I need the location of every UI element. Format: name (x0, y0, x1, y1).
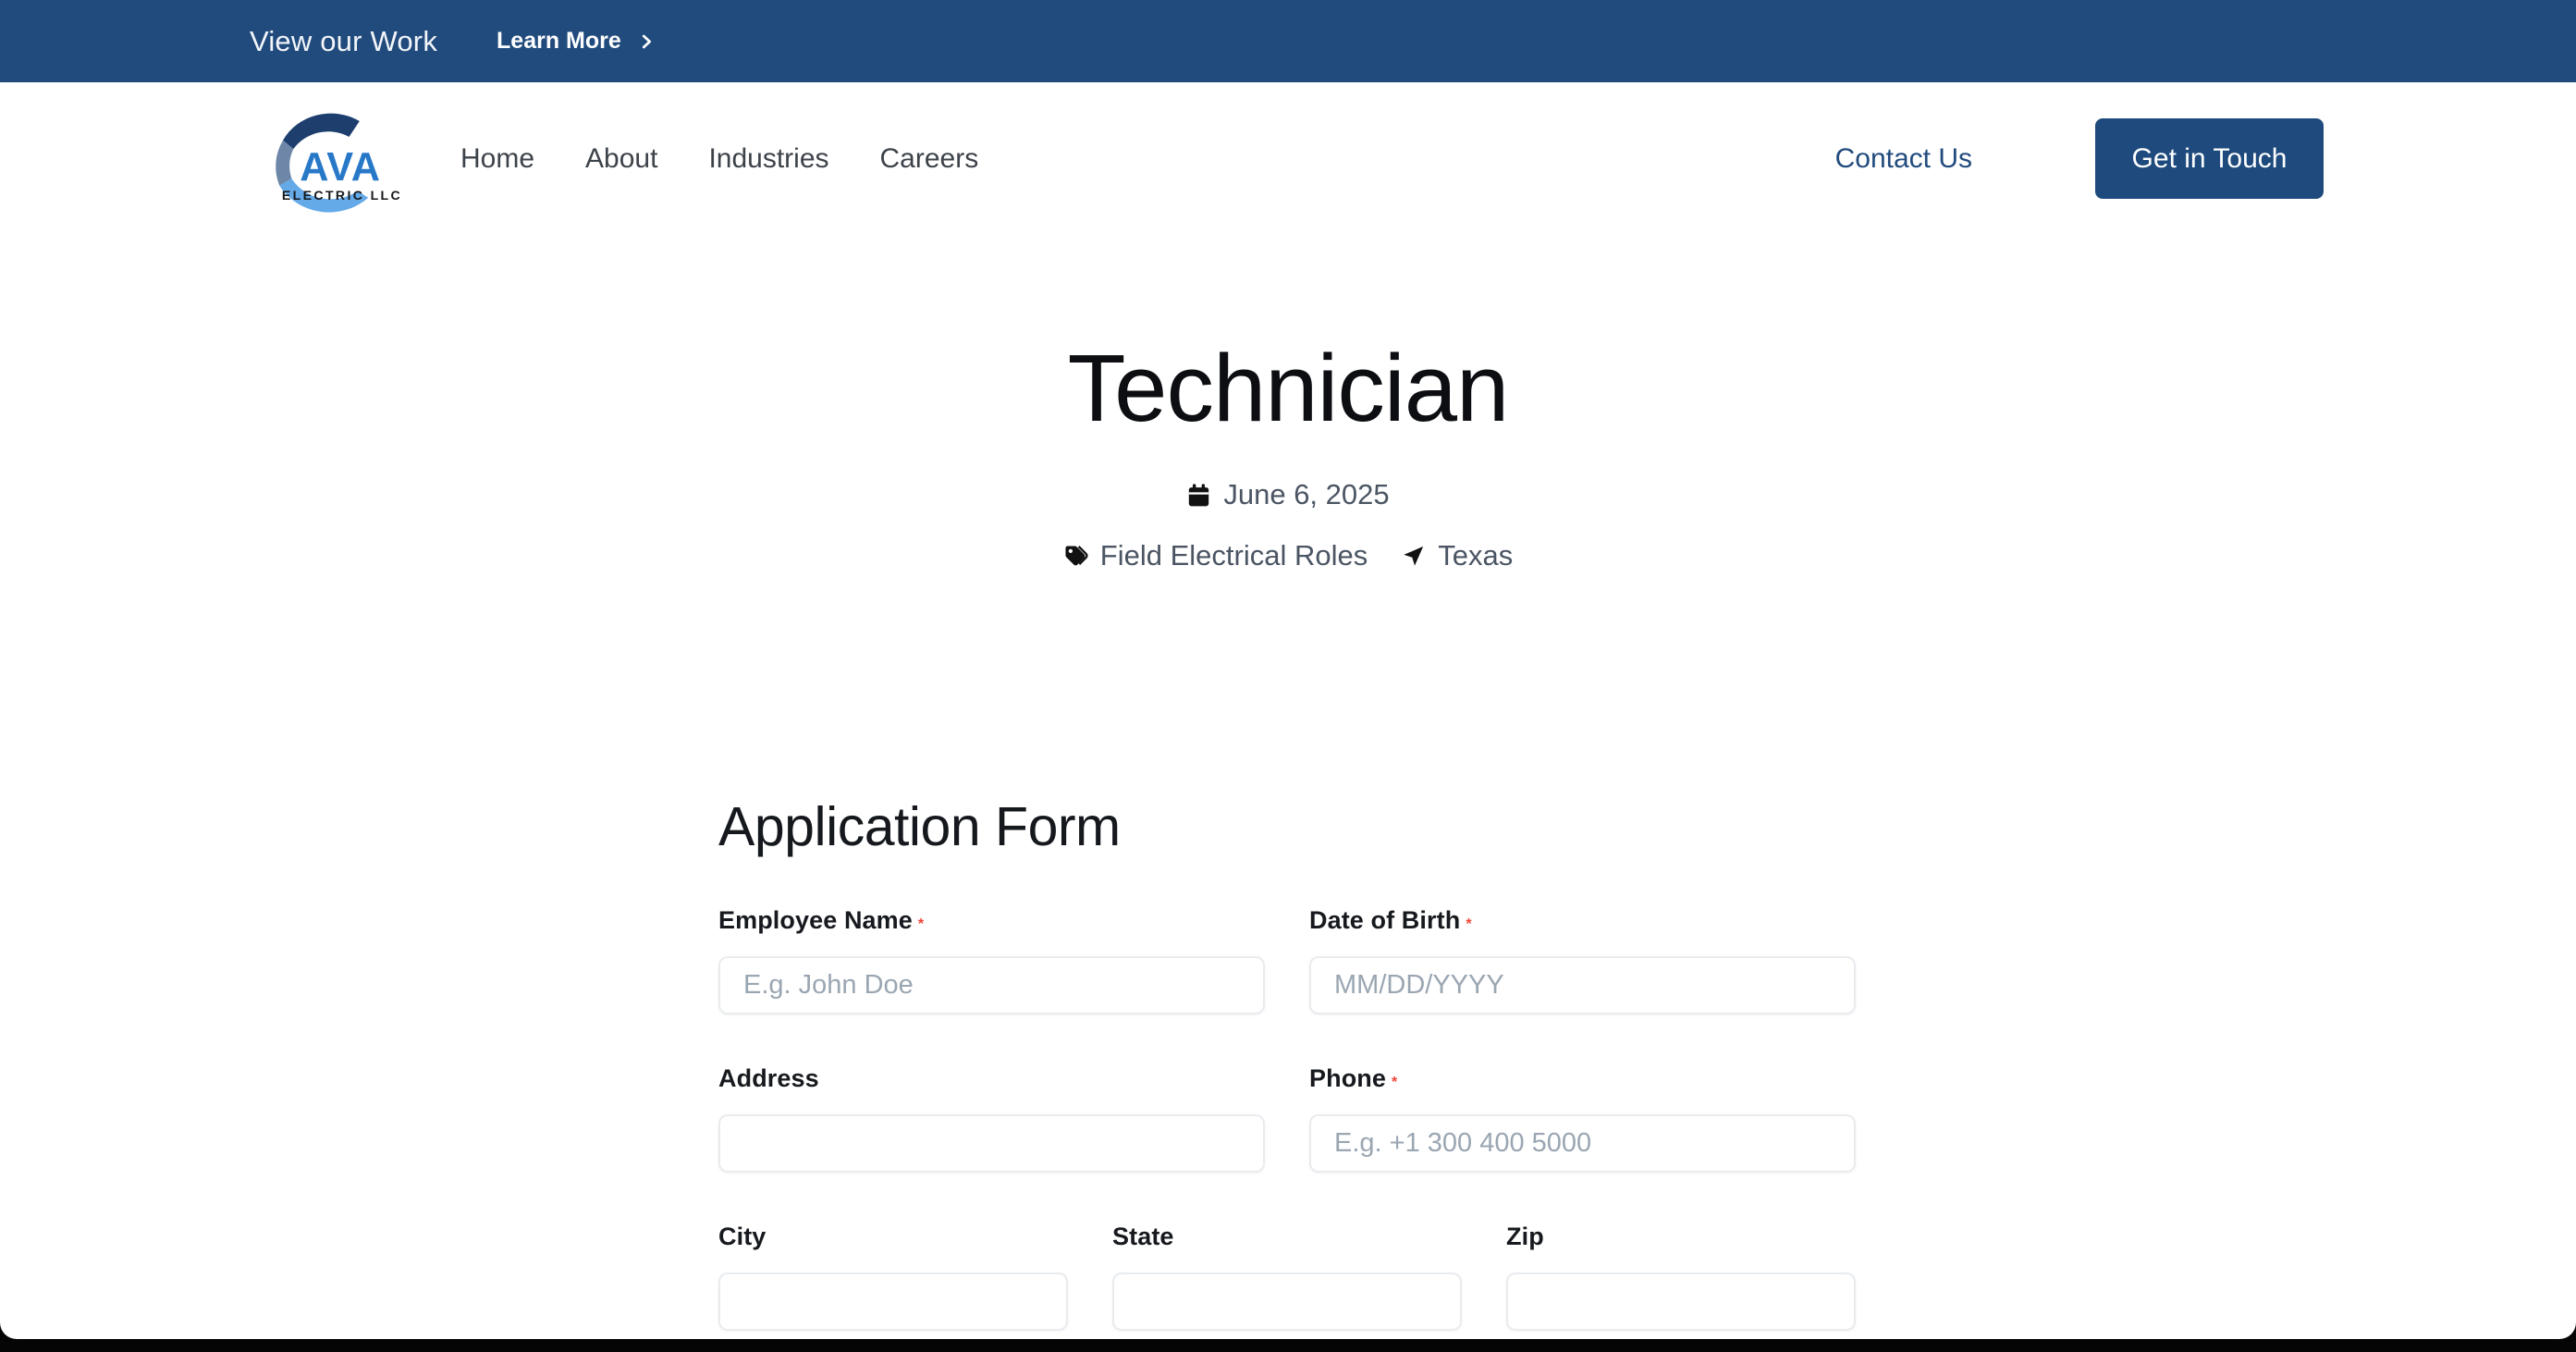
chevron-right-icon (636, 31, 656, 52)
form-row-1: Employee Name * Date of Birth * (718, 906, 1856, 1014)
contact-us-link[interactable]: Contact Us (1835, 143, 1972, 175)
logo-sub-text: ELECTRIC LLC (282, 187, 401, 202)
form-heading: Application Form (718, 795, 1856, 858)
address-field-group: Address (718, 1064, 1265, 1173)
page-title: Technician (0, 340, 2576, 436)
required-asterisk: * (1392, 1075, 1397, 1090)
address-label: Address (718, 1064, 819, 1092)
date-group: June 6, 2025 (1186, 478, 1389, 511)
post-date: June 6, 2025 (1223, 478, 1389, 511)
learn-more-button[interactable]: Learn More (491, 27, 662, 55)
city-label: City (718, 1223, 766, 1250)
zip-field-group: Zip (1506, 1223, 1856, 1331)
view-our-work-label: View our Work (250, 25, 437, 58)
city-input[interactable] (718, 1272, 1068, 1331)
state-label: State (1112, 1223, 1174, 1250)
application-form-section: Application Form Employee Name * Date of … (718, 795, 1856, 1331)
date-of-birth-label: Date of Birth (1309, 906, 1460, 934)
category-group: Field Electrical Roles (1063, 539, 1368, 572)
topbar: View our Work Learn More (0, 0, 2576, 82)
nav-item-home[interactable]: Home (460, 143, 534, 175)
nav-item-careers[interactable]: Careers (880, 143, 979, 175)
employee-name-field-group: Employee Name * (718, 906, 1265, 1014)
hero-section: Technician June 6, 2025 Field Ele (0, 340, 2576, 572)
date-row: June 6, 2025 (0, 478, 2576, 511)
employee-name-label: Employee Name (718, 906, 913, 934)
employee-name-input[interactable] (718, 956, 1265, 1014)
main-nav: Home About Industries Careers (460, 143, 978, 175)
location-group: Texas (1401, 539, 1513, 572)
state-field-group: State (1112, 1223, 1462, 1331)
phone-field-group: Phone * (1309, 1064, 1856, 1173)
location-arrow-icon (1401, 544, 1426, 569)
main-header: AVA ELECTRIC LLC Home About Industries C… (0, 82, 2576, 235)
zip-label: Zip (1506, 1223, 1544, 1250)
get-in-touch-button[interactable]: Get in Touch (2095, 118, 2324, 199)
phone-label: Phone (1309, 1064, 1386, 1092)
logo-swoosh-left (276, 140, 293, 185)
required-asterisk: * (918, 916, 924, 932)
date-of-birth-field-group: Date of Birth * (1309, 906, 1856, 1014)
nav-item-about[interactable]: About (585, 143, 657, 175)
form-row-3: City State Zip (718, 1223, 1856, 1331)
page: View our Work Learn More AVA ELECTRIC LL… (0, 0, 2576, 1339)
logo-brand-text: AVA (300, 145, 381, 190)
brand-logo[interactable]: AVA ELECTRIC LLC (253, 99, 401, 219)
state-input[interactable] (1112, 1272, 1462, 1331)
zip-input[interactable] (1506, 1272, 1856, 1331)
logo-swoosh-top (283, 113, 360, 149)
post-location: Texas (1438, 539, 1513, 572)
calendar-icon (1186, 483, 1211, 508)
phone-input[interactable] (1309, 1114, 1856, 1173)
city-field-group: City (718, 1223, 1068, 1331)
post-category: Field Electrical Roles (1100, 539, 1368, 572)
required-asterisk: * (1466, 916, 1471, 932)
learn-more-label: Learn More (497, 28, 621, 55)
date-of-birth-input[interactable] (1309, 956, 1856, 1014)
nav-item-industries[interactable]: Industries (708, 143, 828, 175)
form-row-2: Address Phone * (718, 1064, 1856, 1173)
address-input[interactable] (718, 1114, 1265, 1173)
tags-row: Field Electrical Roles Texas (0, 539, 2576, 572)
tags-icon (1063, 544, 1088, 569)
